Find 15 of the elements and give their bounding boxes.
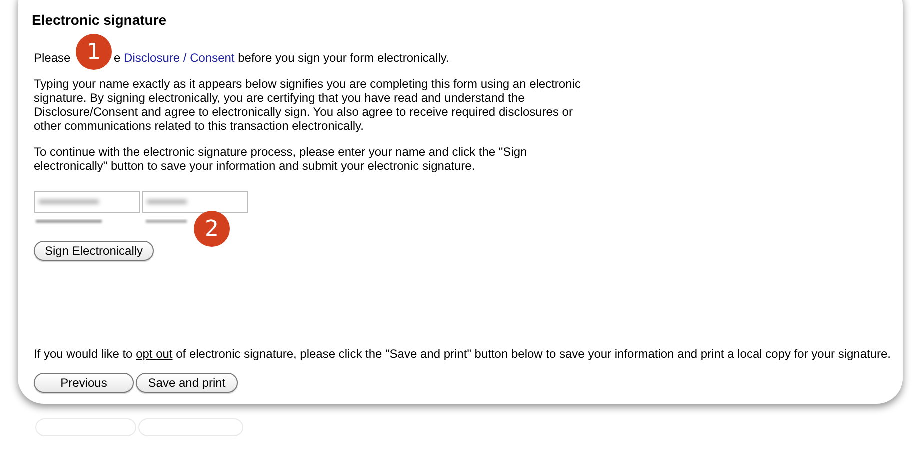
save-print-button[interactable]: Save and print (136, 373, 238, 393)
step-badge: 2 (194, 211, 230, 247)
instruction-text: Typing your name exactly as it appears below signifies you are completing this form using an electronic signature. By signing electronically, you are certifying that you have read and understand the Disclosure/Consent and agree to electronically sign. You also agree to receive required disclosures or other communications related to this transaction electronically. (34, 77, 582, 133)
opt-out-text: If you would like to opt out of electronic signature, please click the "Save and print" button below to save your information and print a local copy for your signature. (34, 347, 892, 361)
name-field[interactable] (142, 191, 248, 213)
instruction-text: To continue with the electronic signature process, please enter your name and click the "Sign electronically" button to save your information and submit your electronic signature. (34, 145, 528, 173)
redacted-label (34, 219, 104, 225)
redacted-label (144, 219, 189, 225)
disclosure-link[interactable]: Disclosure / Consent (124, 51, 235, 65)
name-field[interactable] (34, 191, 140, 213)
section-title: Electronic signature (32, 12, 168, 28)
step-badge: 1 (76, 34, 112, 70)
opt-out-link[interactable]: opt out (136, 347, 173, 361)
previous-button[interactable]: Previous (34, 373, 134, 393)
sign-button[interactable]: Sign Electronically (34, 241, 154, 261)
